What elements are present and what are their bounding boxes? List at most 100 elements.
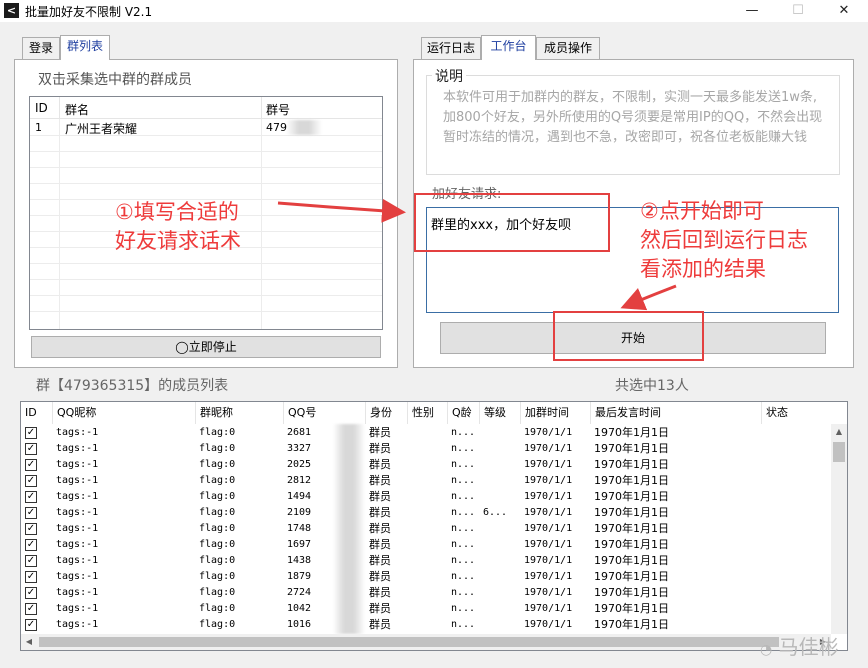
cell-nick: tags:-1 xyxy=(56,507,99,518)
cell-gender xyxy=(408,457,448,473)
row-checkbox[interactable]: ✓ xyxy=(25,523,37,535)
column-id[interactable]: ID xyxy=(21,402,53,424)
cell-last: 1970年1月1日 xyxy=(594,618,669,631)
cell-nick: tags:-1 xyxy=(56,491,99,502)
vertical-scrollbar[interactable]: ▲ xyxy=(831,424,847,634)
table-row[interactable]: ✓ tags:-1 flag:0 2724 群员 n... 1970/1/1 1970年1月1… xyxy=(21,585,831,601)
cell-status xyxy=(762,521,833,537)
cell-gnick: flag:0 xyxy=(199,619,236,630)
cell-role: 群员 xyxy=(369,442,391,455)
horizontal-scrollbar[interactable]: ◀ ▶ xyxy=(21,634,831,650)
cell-nick: tags:-1 xyxy=(56,555,99,566)
cell-last: 1970年1月1日 xyxy=(594,458,669,471)
annotation-arrow-to-start xyxy=(620,284,677,311)
table-row[interactable]: ✓ tags:-1 flag:0 2025 群员 n... 1970/1/1 1970年1月1… xyxy=(21,457,831,473)
column-last-speak[interactable]: 最后发言时间 xyxy=(591,402,762,424)
cell-status xyxy=(762,537,833,553)
column-group-nickname[interactable]: 群昵称 xyxy=(196,402,284,424)
cell-status xyxy=(762,585,833,601)
table-row[interactable]: ✓ tags:-1 flag:0 1697 群员 n... 1970/1/1 1970年1月1… xyxy=(21,537,831,553)
column-join-time[interactable]: 加群时间 xyxy=(521,402,591,424)
table-row[interactable]: ✓ tags:-1 flag:0 1438 群员 n... 1970/1/1 1970年1月1… xyxy=(21,553,831,569)
cell-gender xyxy=(408,489,448,505)
cell-join: 1970/1/1 xyxy=(524,443,573,454)
tab-workbench[interactable]: 工作台 xyxy=(481,35,536,60)
table-row[interactable]: ✓ tags:-1 flag:0 1494 群员 n... 1970/1/1 1970年1月1… xyxy=(21,489,831,505)
cell-qage: n... xyxy=(451,571,476,582)
scroll-up-icon[interactable]: ▲ xyxy=(831,424,847,440)
cell-join: 1970/1/1 xyxy=(524,571,573,582)
column-qq-number[interactable]: QQ号 xyxy=(284,402,366,424)
cell-gnick: flag:0 xyxy=(199,603,236,614)
row-checkbox[interactable]: ✓ xyxy=(25,443,37,455)
cell-join: 1970/1/1 xyxy=(524,539,573,550)
row-checkbox[interactable]: ✓ xyxy=(25,491,37,503)
horizontal-scroll-thumb[interactable] xyxy=(39,637,779,647)
cell-last: 1970年1月1日 xyxy=(594,474,669,487)
cell-join: 1970/1/1 xyxy=(524,491,573,502)
table-row[interactable]: ✓ tags:-1 flag:0 2681 群员 n... 1970/1/1 1970年1月1… xyxy=(21,425,831,441)
cell-join: 1970/1/1 xyxy=(524,507,573,518)
column-level[interactable]: 等级 xyxy=(480,402,521,424)
row-checkbox[interactable]: ✓ xyxy=(25,459,37,471)
row-checkbox[interactable]: ✓ xyxy=(25,427,37,439)
cell-role: 群员 xyxy=(369,490,391,503)
cell-gender xyxy=(408,441,448,457)
cell-nick: tags:-1 xyxy=(56,523,99,534)
cell-gender xyxy=(408,617,448,633)
cell-gender xyxy=(408,585,448,601)
annotation-arrow-to-request xyxy=(277,198,406,223)
cell-level xyxy=(480,585,521,601)
cell-status xyxy=(762,473,833,489)
table-row[interactable]: ✓ tags:-1 flag:0 1879 群员 n... 1970/1/1 1970年1月1… xyxy=(21,569,831,585)
cell-last: 1970年1月1日 xyxy=(594,442,669,455)
cell-level xyxy=(480,553,521,569)
cell-qage: n... xyxy=(451,619,476,630)
row-checkbox[interactable]: ✓ xyxy=(25,555,37,567)
scroll-left-icon[interactable]: ◀ xyxy=(21,634,37,650)
cell-last: 1970年1月1日 xyxy=(594,506,669,519)
cell-gender xyxy=(408,505,448,521)
cell-level xyxy=(480,569,521,585)
cell-qage: n... xyxy=(451,427,476,438)
vertical-scroll-thumb[interactable] xyxy=(833,442,845,462)
cell-role: 群员 xyxy=(369,458,391,471)
member-table[interactable]: ID QQ昵称 群昵称 QQ号 身份 性别 Q龄 等级 加群时间 最后发言时间 … xyxy=(20,401,848,651)
cell-gnick: flag:0 xyxy=(199,443,236,454)
cell-level xyxy=(480,489,521,505)
cell-gender xyxy=(408,569,448,585)
row-checkbox[interactable]: ✓ xyxy=(25,539,37,551)
weibo-icon: ◔ xyxy=(760,642,773,658)
table-row[interactable]: ✓ tags:-1 flag:0 2109 群员 n... 6... 1970/1/1 1970… xyxy=(21,505,831,521)
cell-level xyxy=(480,601,521,617)
column-gender[interactable]: 性别 xyxy=(408,402,448,424)
cell-qage: n... xyxy=(451,539,476,550)
cell-gender xyxy=(408,537,448,553)
row-checkbox[interactable]: ✓ xyxy=(25,571,37,583)
row-checkbox[interactable]: ✓ xyxy=(25,619,37,631)
cell-join: 1970/1/1 xyxy=(524,555,573,566)
table-row[interactable]: ✓ tags:-1 flag:0 1016 群员 n... 1970/1/1 1970年1月1… xyxy=(21,617,831,633)
cell-role: 群员 xyxy=(369,618,391,631)
cell-gnick: flag:0 xyxy=(199,571,236,582)
cell-last: 1970年1月1日 xyxy=(594,522,669,535)
row-checkbox[interactable]: ✓ xyxy=(25,507,37,519)
table-row[interactable]: ✓ tags:-1 flag:0 1748 群员 n... 1970/1/1 1970年1月1… xyxy=(21,521,831,537)
cell-gnick: flag:0 xyxy=(199,555,236,566)
row-checkbox[interactable]: ✓ xyxy=(25,603,37,615)
cell-role: 群员 xyxy=(369,602,391,615)
cell-gnick: flag:0 xyxy=(199,427,236,438)
cell-gender xyxy=(408,553,448,569)
column-status[interactable]: 状态 xyxy=(762,402,833,424)
tab-group-list[interactable]: 群列表 xyxy=(60,35,110,60)
cell-status xyxy=(762,505,833,521)
table-row[interactable]: ✓ tags:-1 flag:0 3327 群员 n... 1970/1/1 1970年1月1… xyxy=(21,441,831,457)
column-role[interactable]: 身份 xyxy=(366,402,408,424)
column-q-age[interactable]: Q龄 xyxy=(448,402,480,424)
table-row[interactable]: ✓ tags:-1 flag:0 2812 群员 n... 1970/1/1 1970年1月1… xyxy=(21,473,831,489)
row-checkbox[interactable]: ✓ xyxy=(25,587,37,599)
row-checkbox[interactable]: ✓ xyxy=(25,475,37,487)
cell-nick: tags:-1 xyxy=(56,459,99,470)
column-qq-nickname[interactable]: QQ昵称 xyxy=(53,402,196,424)
table-row[interactable]: ✓ tags:-1 flag:0 1042 群员 n... 1970/1/1 1970年1月1… xyxy=(21,601,831,617)
